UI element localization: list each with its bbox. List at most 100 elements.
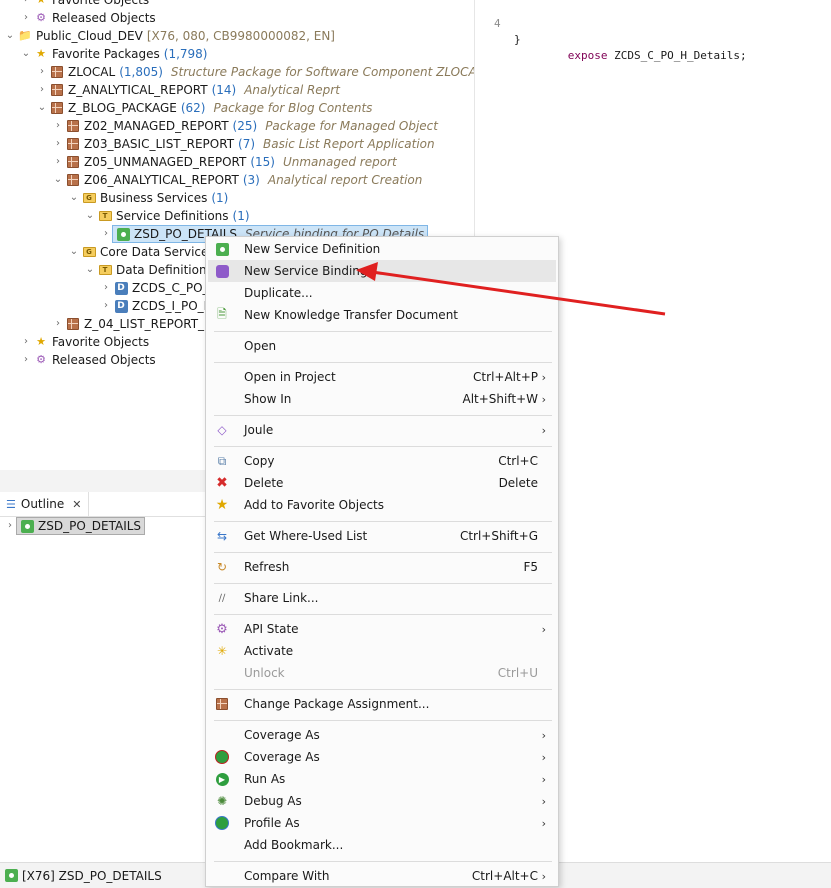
tree-item-favorite-packages[interactable]: ⌄ ★ Favorite Packages (1,798) bbox=[20, 45, 208, 63]
debug-icon: ✺ bbox=[216, 794, 228, 808]
outline-item[interactable]: › ZSD_PO_DETAILS bbox=[4, 517, 146, 535]
chevron-right-icon[interactable]: › bbox=[20, 9, 32, 27]
chevron-down-icon[interactable]: ⌄ bbox=[68, 243, 80, 261]
menu-item-profile-as[interactable]: Profile As › bbox=[208, 812, 556, 834]
tree-item-z05-unmanaged-report[interactable]: › Z05_UNMANAGED_REPORT (15) Unmanaged re… bbox=[52, 153, 397, 171]
tree-item-z06-analytical-report[interactable]: ⌄ Z06_ANALYTICAL_REPORT (3) Analytical r… bbox=[52, 171, 423, 189]
close-icon[interactable]: ✕ bbox=[72, 498, 81, 511]
tree-description: Analytical Reprt bbox=[244, 83, 340, 97]
chevron-down-icon[interactable]: ⌄ bbox=[36, 99, 48, 117]
outline-icon: ☰ bbox=[6, 497, 16, 511]
code-text: ZCDS_C_PO_H_Details; bbox=[607, 49, 747, 62]
menu-item-unlock[interactable]: Unlock Ctrl+U bbox=[208, 662, 556, 684]
tree-item-z02-managed-report[interactable]: › Z02_MANAGED_REPORT (25) Package for Ma… bbox=[52, 117, 438, 135]
code-text: } bbox=[514, 33, 521, 46]
tree-item-zlocal[interactable]: › ZLOCAL (1,805) Structure Package for S… bbox=[36, 63, 474, 81]
tree-item-favorite-objects-top[interactable]: › ★ Favorite Objects bbox=[20, 0, 149, 9]
chevron-right-icon[interactable]: › bbox=[36, 63, 48, 81]
chevron-right-icon[interactable]: › bbox=[52, 315, 64, 333]
chevron-right-icon[interactable]: › bbox=[52, 135, 64, 153]
menu-item-new-knowledge-transfer-document[interactable]: 🗎 New Knowledge Transfer Document bbox=[208, 304, 556, 326]
tree-item-core-data-services[interactable]: ⌄ G Core Data Services bbox=[68, 243, 215, 261]
where-used-icon: ⇆ bbox=[216, 529, 228, 543]
tree-item-released-objects[interactable]: › ⚙ Released Objects bbox=[20, 351, 156, 369]
duplicate-icon bbox=[214, 285, 230, 301]
tree-label: ZCDS_I_PO_H bbox=[132, 299, 213, 313]
tree-item-zcds-c-po[interactable]: › D ZCDS_C_PO_ bbox=[100, 279, 209, 297]
new-service-binding-icon bbox=[214, 263, 230, 279]
share-link-icon: ∕∕ bbox=[218, 592, 226, 604]
tree-item-service-definitions[interactable]: ⌄ T Service Definitions (1) bbox=[84, 207, 250, 225]
menu-item-debug-as[interactable]: ✺ Debug As › bbox=[208, 790, 556, 812]
chevron-right-icon: › bbox=[541, 772, 546, 786]
chevron-down-icon[interactable]: ⌄ bbox=[4, 27, 16, 45]
menu-item-delete[interactable]: ✖ Delete Delete bbox=[208, 472, 556, 494]
menu-item-joule[interactable]: ◇ Joule › bbox=[208, 419, 556, 441]
chevron-right-icon[interactable]: › bbox=[100, 225, 112, 243]
star-icon: ★ bbox=[34, 0, 48, 7]
menu-item-duplicate[interactable]: Duplicate... bbox=[208, 282, 556, 304]
chevron-right-icon: › bbox=[541, 423, 546, 437]
chevron-down-icon[interactable]: ⌄ bbox=[68, 189, 80, 207]
project-folder-icon: 📁 bbox=[18, 29, 32, 42]
tree-item-favorite-objects[interactable]: › ★ Favorite Objects bbox=[20, 333, 149, 351]
tree-description: Package for Blog Contents bbox=[213, 101, 373, 115]
chevron-right-icon[interactable]: › bbox=[20, 0, 32, 9]
chevron-right-icon[interactable]: › bbox=[20, 333, 32, 351]
chevron-right-icon[interactable]: › bbox=[52, 117, 64, 135]
menu-item-add-to-favorite-objects[interactable]: ★ Add to Favorite Objects bbox=[208, 494, 556, 516]
tree-item-data-definitions[interactable]: ⌄ T Data Definitions bbox=[84, 261, 213, 279]
menu-item-get-where-used-list[interactable]: ⇆ Get Where-Used List Ctrl+Shift+G bbox=[208, 525, 556, 547]
tree-item-project[interactable]: ⌄ 📁 Public_Cloud_DEV [X76, 080, CB998000… bbox=[4, 27, 335, 45]
menu-item-activate[interactable]: ✳ Activate bbox=[208, 640, 556, 662]
menu-item-share-link[interactable]: ∕∕ Share Link... bbox=[208, 587, 556, 609]
chevron-right-icon[interactable]: › bbox=[52, 153, 64, 171]
chevron-right-icon[interactable]: › bbox=[20, 351, 32, 369]
knowledge-document-icon: 🗎 bbox=[217, 306, 227, 321]
tree-item-zcds-i-po-h[interactable]: › D ZCDS_I_PO_H bbox=[100, 297, 213, 315]
chevron-right-icon[interactable]: › bbox=[100, 297, 112, 315]
folder-icon: G bbox=[82, 191, 96, 205]
outline-selected-item[interactable]: ZSD_PO_DETAILS bbox=[16, 517, 146, 535]
tree-label: Business Services bbox=[100, 191, 208, 205]
menu-item-compare-with[interactable]: Compare With Ctrl+Alt+C › bbox=[208, 865, 556, 887]
chevron-right-icon[interactable]: › bbox=[4, 517, 16, 535]
tree-item-z03-basic-list-report[interactable]: › Z03_BASIC_LIST_REPORT (7) Basic List R… bbox=[52, 135, 435, 153]
menu-item-show-in[interactable]: Show In Alt+Shift+W › bbox=[208, 388, 556, 410]
tree-label: Favorite Objects bbox=[52, 335, 150, 349]
tree-item-released-objects-top[interactable]: › ⚙ Released Objects bbox=[20, 9, 156, 27]
chevron-right-icon[interactable]: › bbox=[36, 81, 48, 99]
menu-item-coverage-as-1[interactable]: Coverage As › bbox=[208, 724, 556, 746]
menu-item-change-package-assignment[interactable]: Change Package Assignment... bbox=[208, 693, 556, 715]
menu-item-refresh[interactable]: ↻ Refresh F5 bbox=[208, 556, 556, 578]
menu-item-open-in-project[interactable]: Open in Project Ctrl+Alt+P › bbox=[208, 366, 556, 388]
menu-item-api-state[interactable]: ⚙ API State › bbox=[208, 618, 556, 640]
chevron-down-icon[interactable]: ⌄ bbox=[20, 45, 32, 63]
tree-item-z-blog-package[interactable]: ⌄ Z_BLOG_PACKAGE (62) Package for Blog C… bbox=[36, 99, 373, 117]
code-line: 4 expose ZCDS_C_PO_H_Details; bbox=[488, 0, 747, 62]
tree-label: Z_04_LIST_REPORT_US bbox=[84, 317, 221, 331]
menu-item-copy[interactable]: ⧉ Copy Ctrl+C bbox=[208, 450, 556, 472]
tab-outline[interactable]: ☰ Outline ✕ bbox=[0, 492, 89, 516]
new-service-definition-icon bbox=[214, 241, 230, 257]
menu-item-new-service-binding[interactable]: New Service Binding bbox=[208, 260, 556, 282]
chevron-right-icon[interactable]: › bbox=[100, 279, 112, 297]
tree-description: Package for Managed Object bbox=[265, 119, 438, 133]
chevron-down-icon[interactable]: ⌄ bbox=[84, 261, 96, 279]
menu-separator bbox=[214, 362, 552, 363]
coverage-icon bbox=[214, 749, 230, 765]
tree-count: (25) bbox=[232, 119, 258, 133]
menu-item-open[interactable]: Open bbox=[208, 335, 556, 357]
chevron-down-icon[interactable]: ⌄ bbox=[52, 171, 64, 189]
menu-item-new-service-definition[interactable]: New Service Definition bbox=[208, 238, 556, 260]
menu-item-run-as[interactable]: ▶ Run As › bbox=[208, 768, 556, 790]
tree-item-z04-list-report[interactable]: › Z_04_LIST_REPORT_US bbox=[52, 315, 220, 333]
tree-item-business-services[interactable]: ⌄ G Business Services (1) bbox=[68, 189, 229, 207]
tree-label: Z02_MANAGED_REPORT bbox=[84, 119, 229, 133]
chevron-down-icon[interactable]: ⌄ bbox=[84, 207, 96, 225]
tree-item-z-analytical-report[interactable]: › Z_ANALYTICAL_REPORT (14) Analytical Re… bbox=[36, 81, 340, 99]
tree-label: Favorite Packages bbox=[52, 47, 160, 61]
menu-item-coverage-as-2[interactable]: Coverage As › bbox=[208, 746, 556, 768]
menu-item-add-bookmark[interactable]: Add Bookmark... bbox=[208, 834, 556, 856]
tree-count: (15) bbox=[250, 155, 275, 169]
